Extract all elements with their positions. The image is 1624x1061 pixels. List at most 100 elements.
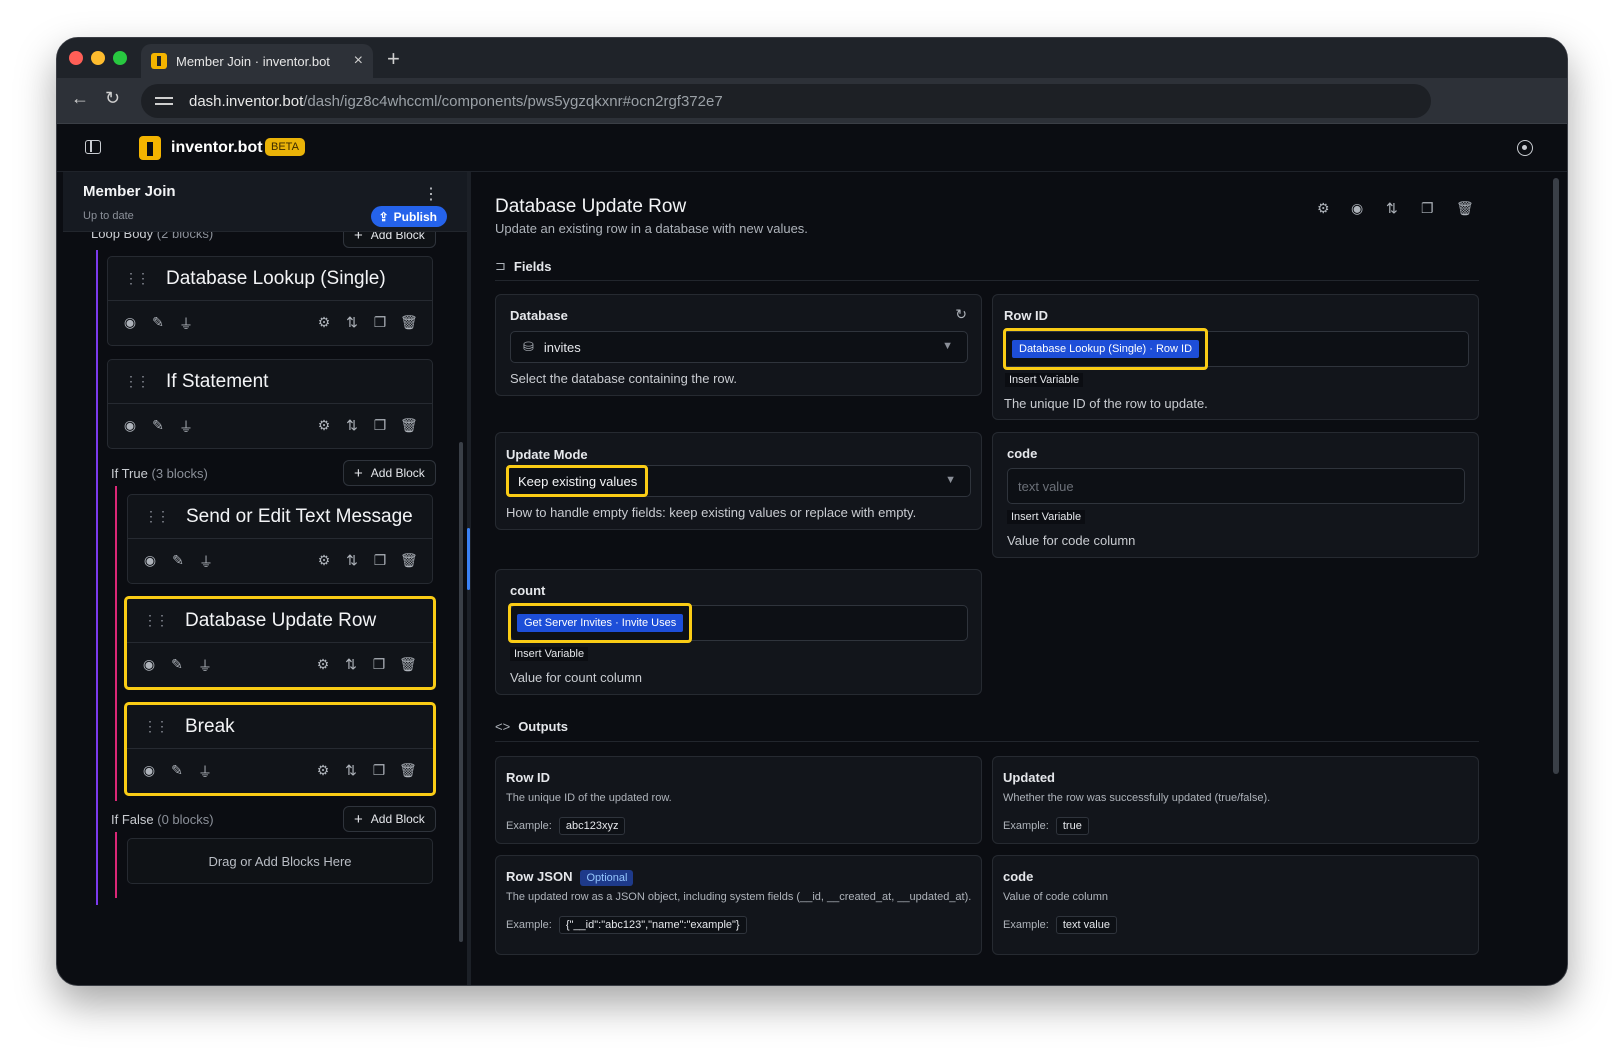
update-mode-field: Update Mode ▼ Keep existing values How t… <box>495 432 982 530</box>
eye-icon[interactable]: ◉ <box>122 314 138 331</box>
copy-icon[interactable]: ❐ <box>371 762 387 779</box>
trash-icon[interactable]: 🗑 <box>400 314 418 331</box>
reorder-icon[interactable]: ⇅ <box>344 552 360 569</box>
copy-icon[interactable]: ❐ <box>372 417 388 434</box>
output-name: Updated <box>1003 770 1055 785</box>
reorder-icon[interactable]: ⇅ <box>344 417 360 434</box>
drag-handle-icon[interactable]: ⋮⋮ <box>144 508 170 525</box>
if-false-add-block-button[interactable]: + Add Block <box>343 806 436 832</box>
output-name: Row ID <box>506 770 551 785</box>
output-example: Example: {"__id":"abc123","name":"example… <box>506 916 747 934</box>
field-label: Update Mode <box>506 447 588 462</box>
edit-icon[interactable]: ✎ <box>169 656 185 673</box>
main-scrollbar[interactable] <box>1553 178 1559 774</box>
insert-variable-button[interactable]: Insert Variable <box>1005 373 1084 387</box>
upload-icon: ⇪ <box>378 209 389 224</box>
gear-icon[interactable]: ⚙ <box>1317 200 1330 217</box>
database-select[interactable]: ⛁ invites ▼ <box>510 331 968 363</box>
gear-icon[interactable]: ⚙ <box>315 762 331 779</box>
field-help: Value for count column <box>510 670 642 685</box>
sidebar: Member Join Up to date ⋮ ⇪ Publish Loop … <box>63 172 467 985</box>
eye-icon[interactable]: ◉ <box>141 762 157 779</box>
tab-close-icon[interactable]: × <box>354 52 363 70</box>
edit-icon[interactable]: ✎ <box>150 417 166 434</box>
close-window-button[interactable] <box>69 51 83 65</box>
drag-handle-icon[interactable]: ⋮⋮ <box>143 612 169 629</box>
logo-icon <box>139 136 161 160</box>
gear-icon[interactable]: ⚙ <box>316 552 332 569</box>
gear-icon[interactable]: ⚙ <box>316 314 332 331</box>
block-break[interactable]: ⋮⋮ Break ◉ ✎ ⏚ ⚙ ⇅ ❐ 🗑 <box>124 702 436 796</box>
reorder-icon[interactable]: ⇅ <box>344 314 360 331</box>
plug-icon[interactable]: ⏚ <box>178 417 194 437</box>
insert-variable-button[interactable]: Insert Variable <box>1007 510 1086 524</box>
trash-icon[interactable]: 🗑 <box>1456 200 1474 217</box>
edit-icon[interactable]: ✎ <box>150 314 166 331</box>
trash-icon[interactable]: 🗑 <box>399 656 417 673</box>
eye-icon[interactable]: ◉ <box>1351 200 1363 217</box>
variable-chip[interactable]: Get Server Invites · Invite Uses <box>517 614 684 632</box>
browser-tab[interactable]: Member Join · inventor.bot × <box>141 44 373 78</box>
edit-icon[interactable]: ✎ <box>169 762 185 779</box>
refresh-icon[interactable]: ↻ <box>955 306 967 323</box>
favicon-icon <box>151 53 167 69</box>
field-label: count <box>510 583 546 598</box>
count-field: count Get Server Invites · Invite Uses I… <box>495 569 982 695</box>
beta-badge: BETA <box>265 138 305 156</box>
output-example: Example: abc123xyz <box>506 817 626 835</box>
reorder-icon[interactable]: ⇅ <box>1386 200 1398 217</box>
minimize-window-button[interactable] <box>91 51 105 65</box>
edit-icon[interactable]: ✎ <box>170 552 186 569</box>
zoom-window-button[interactable] <box>113 51 127 65</box>
trash-icon[interactable]: 🗑 <box>400 552 418 569</box>
block-if-statement[interactable]: ⋮⋮ If Statement ◉ ✎ ⏚ ⚙ ⇅ ❐ 🗑 <box>107 359 433 449</box>
drag-handle-icon[interactable]: ⋮⋮ <box>124 373 150 390</box>
code-input[interactable]: text value <box>1007 468 1465 504</box>
radio-target-icon[interactable] <box>1517 140 1533 156</box>
sidebar-toggle-icon[interactable] <box>85 140 101 154</box>
if-false-rail <box>115 832 117 898</box>
publish-button[interactable]: ⇪ Publish <box>370 206 447 227</box>
gear-icon[interactable]: ⚙ <box>316 417 332 434</box>
if-true-add-block-button[interactable]: + Add Block <box>343 460 436 486</box>
block-database-lookup[interactable]: ⋮⋮ Database Lookup (Single) ◉ ✎ ⏚ ⚙ ⇅ ❐ 🗑 <box>107 256 433 346</box>
block-send-text-message[interactable]: ⋮⋮ Send or Edit Text Message ◉ ✎ ⏚ ⚙ ⇅ ❐ … <box>127 494 433 584</box>
address-bar[interactable]: dash.inventor.bot/dash/igz8c4whccml/comp… <box>141 84 1431 118</box>
plug-icon[interactable]: ⏚ <box>178 314 194 334</box>
variable-chip[interactable]: Database Lookup (Single) · Row ID <box>1012 340 1200 358</box>
reorder-icon[interactable]: ⇅ <box>343 656 359 673</box>
plug-icon[interactable]: ⏚ <box>197 762 213 782</box>
plug-icon[interactable]: ⏚ <box>198 552 214 572</box>
trash-icon[interactable]: 🗑 <box>399 762 417 779</box>
block-database-update-row[interactable]: ⋮⋮ Database Update Row ◉ ✎ ⏚ ⚙ ⇅ ❐ 🗑 <box>124 596 436 690</box>
reload-icon[interactable]: ↻ <box>105 88 120 109</box>
copy-icon[interactable]: ❐ <box>1421 200 1434 217</box>
insert-variable-button[interactable]: Insert Variable <box>510 647 589 661</box>
back-arrow-icon[interactable]: ← <box>71 88 89 109</box>
eye-icon[interactable]: ◉ <box>122 417 138 434</box>
fields-section-header: ⊐ Fields <box>495 258 552 274</box>
code-brackets-icon: <> <box>495 719 511 734</box>
reorder-icon[interactable]: ⇅ <box>343 762 359 779</box>
resize-handle[interactable] <box>467 528 470 590</box>
plug-icon[interactable]: ⏚ <box>197 656 213 676</box>
trash-icon[interactable]: 🗑 <box>400 417 418 434</box>
more-options-icon[interactable]: ⋮ <box>423 184 439 204</box>
site-settings-icon[interactable] <box>155 94 173 108</box>
copy-icon[interactable]: ❐ <box>371 656 387 673</box>
copy-icon[interactable]: ❐ <box>372 552 388 569</box>
sidebar-scrollbar[interactable] <box>459 442 463 942</box>
output-updated: Updated Whether the row was successfully… <box>992 756 1479 844</box>
copy-icon[interactable]: ❐ <box>372 314 388 331</box>
block-title: Send or Edit Text Message <box>186 505 413 527</box>
drag-handle-icon[interactable]: ⋮⋮ <box>124 270 150 287</box>
block-title: If Statement <box>166 370 269 392</box>
eye-icon[interactable]: ◉ <box>141 656 157 673</box>
gear-icon[interactable]: ⚙ <box>315 656 331 673</box>
fields-icon: ⊐ <box>495 258 506 273</box>
drag-handle-icon[interactable]: ⋮⋮ <box>143 718 169 735</box>
eye-icon[interactable]: ◉ <box>142 552 158 569</box>
database-icon: ⛁ <box>523 339 534 354</box>
drop-zone[interactable]: Drag or Add Blocks Here <box>127 838 433 884</box>
new-tab-icon[interactable]: + <box>387 46 400 72</box>
